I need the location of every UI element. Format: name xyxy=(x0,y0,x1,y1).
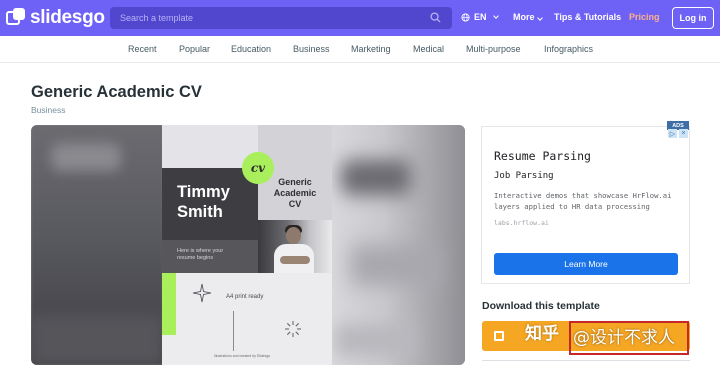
ad-url[interactable]: labs.hrflow.ai xyxy=(494,219,549,227)
download-heading: Download this template xyxy=(482,300,600,312)
ad-info-icon[interactable]: ▷ xyxy=(668,129,677,138)
ad-close-icon[interactable]: × xyxy=(679,129,688,138)
note-line-1: Here is where your xyxy=(177,248,224,254)
more-menu[interactable]: More xyxy=(513,12,543,22)
ad-controls: ▷ × xyxy=(668,129,688,138)
cover-slide: Timmy Smith Here is where your resume begi… xyxy=(162,125,332,365)
name-panel: Timmy Smith xyxy=(162,168,258,240)
divider xyxy=(482,360,690,365)
divider-line xyxy=(233,311,234,351)
tips-link[interactable]: Tips & Tutorials xyxy=(554,12,621,22)
cv-badge: cv xyxy=(242,152,274,184)
more-label: More xyxy=(513,12,535,22)
breadcrumb[interactable]: Business xyxy=(31,105,66,115)
name-last: Smith xyxy=(177,203,223,221)
language-selector[interactable]: EN xyxy=(461,12,499,22)
login-button[interactable]: Log in xyxy=(672,7,714,29)
category-business[interactable]: Business xyxy=(293,44,330,54)
category-infographics[interactable]: Infographics xyxy=(544,44,593,54)
category-marketing[interactable]: Marketing xyxy=(351,44,391,54)
ad-description: Interactive demos that showcase HrFlow.a… xyxy=(494,191,672,211)
watermark-site: 知乎 xyxy=(525,324,559,344)
accent-bar xyxy=(162,273,176,335)
blurred-slide-left xyxy=(31,125,163,365)
category-recent[interactable]: Recent xyxy=(128,44,157,54)
globe-icon xyxy=(461,12,470,22)
slide-title-3: CV xyxy=(288,199,302,209)
slide-title-2: Academic xyxy=(273,188,317,198)
portrait-photo xyxy=(258,220,332,273)
category-bar: Recent Popular Education Business Market… xyxy=(0,36,720,63)
page-title: Generic Academic CV xyxy=(31,83,202,101)
category-education[interactable]: Education xyxy=(231,44,271,54)
ad-subtitle: Job Parsing xyxy=(494,171,554,181)
blurred-slide-right xyxy=(331,125,465,365)
logo-icon xyxy=(6,8,26,28)
presentation-icon xyxy=(494,331,504,341)
category-medical[interactable]: Medical xyxy=(413,44,444,54)
credit-text: Illustrations and created by Slidesgo xyxy=(214,354,271,358)
slide-title-1: Generic xyxy=(278,177,312,187)
note-panel: Here is where your resume begins xyxy=(162,240,258,273)
category-multi-purpose[interactable]: Multi-purpose xyxy=(466,44,521,54)
logo-text: slidesgo xyxy=(30,7,105,28)
category-popular[interactable]: Popular xyxy=(179,44,210,54)
lower-panel: A4 print ready Illustrations and created… xyxy=(162,273,332,365)
language-label: EN xyxy=(474,12,487,22)
name-first: Timmy xyxy=(177,183,230,201)
search-input[interactable] xyxy=(110,7,452,29)
ad-box[interactable]: ADS ▷ × Resume Parsing Job Parsing Intera… xyxy=(481,121,690,284)
logo[interactable]: slidesgo xyxy=(6,7,105,29)
learn-more-button[interactable]: Learn More xyxy=(494,253,678,275)
note-line-2: resume begins xyxy=(177,255,214,261)
print-ready-text: A4 print ready xyxy=(226,294,264,300)
ad-title[interactable]: Resume Parsing xyxy=(494,149,591,163)
watermark-author: @设计不求人 xyxy=(573,328,675,348)
search-icon[interactable] xyxy=(430,12,441,23)
flower-icon xyxy=(285,321,301,337)
chevron-down-icon xyxy=(536,15,543,21)
template-preview[interactable]: Timmy Smith Here is where your resume begi… xyxy=(31,125,465,365)
sparkle-icon xyxy=(192,283,212,303)
chevron-down-icon xyxy=(492,12,499,19)
top-navbar: slidesgo EN More Tips & Tutorials Pricin… xyxy=(0,0,720,36)
pricing-link[interactable]: Pricing xyxy=(629,12,660,22)
search-box xyxy=(110,7,452,29)
